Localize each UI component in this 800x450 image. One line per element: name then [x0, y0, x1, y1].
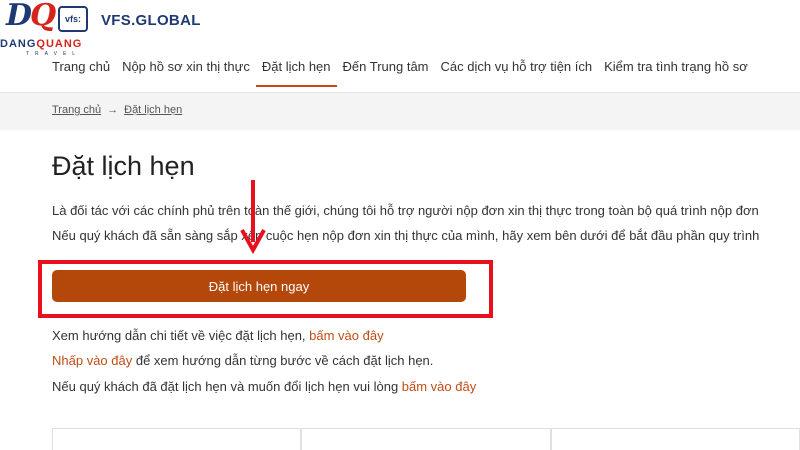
reschedule-link[interactable]: bấm vào đây [402, 379, 476, 394]
site-name[interactable]: VFS.GLOBAL [101, 12, 201, 29]
nav-item-value-added-services[interactable]: Các dịch vụ hỗ trợ tiện ích [435, 58, 599, 88]
info-cards-row [52, 428, 800, 450]
nav-item-track-application[interactable]: Kiểm tra tình trạng hồ sơ [598, 58, 754, 88]
step-guide-text: Nhấp vào đây để xem hướng dẫn từng bước … [52, 353, 434, 368]
nav-item-apply-visa[interactable]: Nộp hồ sơ xin thị thực [116, 58, 256, 88]
guide-text: Xem hướng dẫn chi tiết về việc đặt lịch … [52, 328, 384, 343]
info-card[interactable] [550, 428, 800, 450]
breadcrumb-arrow-icon: → [107, 104, 119, 116]
site-header: DQ DANGQUANG TRAVEL vfs: VFS.GLOBAL Tran… [0, 0, 800, 93]
intro-text-line-1: Là đối tác với các chính phủ trên toàn t… [52, 203, 759, 218]
breadcrumb-current-link[interactable]: Đặt lịch hẹn [124, 104, 182, 116]
step-guide-link[interactable]: Nhấp vào đây [52, 353, 132, 368]
breadcrumb: Trang chủ → Đặt lịch hẹn [52, 104, 182, 116]
book-appointment-button[interactable]: Đặt lịch hẹn ngay [52, 270, 466, 302]
guide-link[interactable]: bấm vào đây [309, 328, 383, 343]
nav-item-home[interactable]: Trang chủ [52, 58, 116, 88]
reschedule-text: Nếu quý khách đã đặt lịch hẹn và muốn đổ… [52, 379, 477, 394]
info-card[interactable] [52, 428, 302, 450]
nav-item-visit-centre[interactable]: Đến Trung tâm [337, 58, 435, 88]
info-card[interactable] [301, 428, 551, 450]
breadcrumb-band: Trang chủ → Đặt lịch hẹn [0, 93, 800, 130]
breadcrumb-home-link[interactable]: Trang chủ [52, 104, 101, 116]
nav-item-book-appointment[interactable]: Đặt lịch hẹn [255, 58, 337, 87]
main-nav: Trang chủ Nộp hồ sơ xin thị thực Đặt lịc… [52, 58, 754, 92]
intro-text-line-2: Nếu quý khách đã sẵn sàng sắp xếp cuộc h… [52, 228, 760, 243]
vfs-logo-icon[interactable]: vfs: [58, 6, 88, 32]
page-title: Đặt lịch hẹn [52, 151, 195, 181]
